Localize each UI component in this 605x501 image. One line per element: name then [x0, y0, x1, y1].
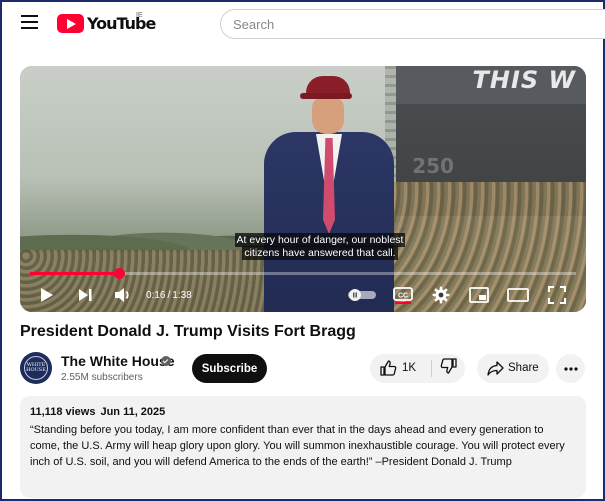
settings-gear-icon[interactable] — [430, 284, 452, 306]
miniplayer-icon[interactable] — [468, 284, 490, 306]
video-captions: At every hour of danger, our noblest cit… — [230, 233, 410, 260]
like-button[interactable]: 1K — [370, 354, 430, 383]
progress-scrubber[interactable] — [113, 268, 125, 279]
channel-name[interactable]: The White House — [61, 353, 175, 369]
avatar-text: WHITE HOUSE — [26, 362, 46, 373]
description-meta: 11,118 views Jun 11, 2025 — [30, 406, 165, 418]
upload-date: Jun 11, 2025 — [100, 406, 166, 418]
fullscreen-icon[interactable] — [546, 284, 568, 306]
more-icon[interactable] — [556, 354, 585, 383]
current-time: 0:16 — [146, 290, 166, 301]
like-count: 1K — [402, 362, 417, 374]
share-label: Share — [508, 362, 539, 374]
subtitles-icon[interactable]: CC — [392, 284, 414, 306]
volume-icon[interactable] — [112, 284, 134, 306]
caption-line-2: citizens have answered that call. — [242, 246, 398, 260]
video-speaker — [264, 76, 394, 312]
duration: 1:38 — [172, 290, 192, 301]
logo-text: YouTube — [87, 13, 156, 33]
progress-bar-fill — [30, 272, 119, 275]
caption-line-1: At every hour of danger, our noblest — [234, 233, 406, 247]
video-title: President Donald J. Trump Visits Fort Br… — [20, 323, 356, 340]
description-box[interactable]: 11,118 views Jun 11, 2025 “Standing befor… — [20, 396, 586, 498]
svg-text:CC: CC — [398, 293, 408, 300]
autoplay-toggle[interactable] — [348, 284, 376, 306]
like-dislike-group: 1K — [370, 354, 465, 383]
time-display: 0:16/1:38 — [146, 290, 192, 301]
next-icon[interactable] — [74, 284, 96, 306]
verified-badge-icon — [161, 356, 171, 366]
search-input[interactable] — [220, 9, 605, 39]
subscribe-button[interactable]: Subscribe — [192, 354, 267, 383]
thumbs-down-icon — [440, 358, 457, 379]
menu-icon[interactable] — [21, 15, 38, 29]
video-player[interactable]: THIS W 250 At every hour of danger, our … — [20, 66, 586, 312]
player-controls: 0:16/1:38 CC — [20, 280, 586, 310]
stage-number: 250 — [412, 154, 454, 178]
view-count: 11,118 views — [30, 406, 96, 418]
description-text: “Standing before you today, I am more co… — [30, 424, 565, 468]
dislike-button[interactable] — [432, 354, 465, 383]
thumbs-up-icon — [380, 360, 397, 381]
country-code: IE — [136, 12, 143, 19]
channel-avatar[interactable]: WHITE HOUSE — [20, 352, 52, 384]
share-button[interactable]: Share — [477, 354, 549, 383]
subscriber-count: 2.55M subscribers — [61, 372, 143, 383]
theater-mode-icon[interactable] — [506, 284, 530, 306]
youtube-play-icon — [57, 13, 84, 33]
play-icon[interactable] — [36, 284, 58, 306]
stage-banner-text: THIS W — [472, 66, 576, 94]
progress-bar[interactable] — [30, 268, 576, 279]
share-icon — [487, 361, 504, 381]
